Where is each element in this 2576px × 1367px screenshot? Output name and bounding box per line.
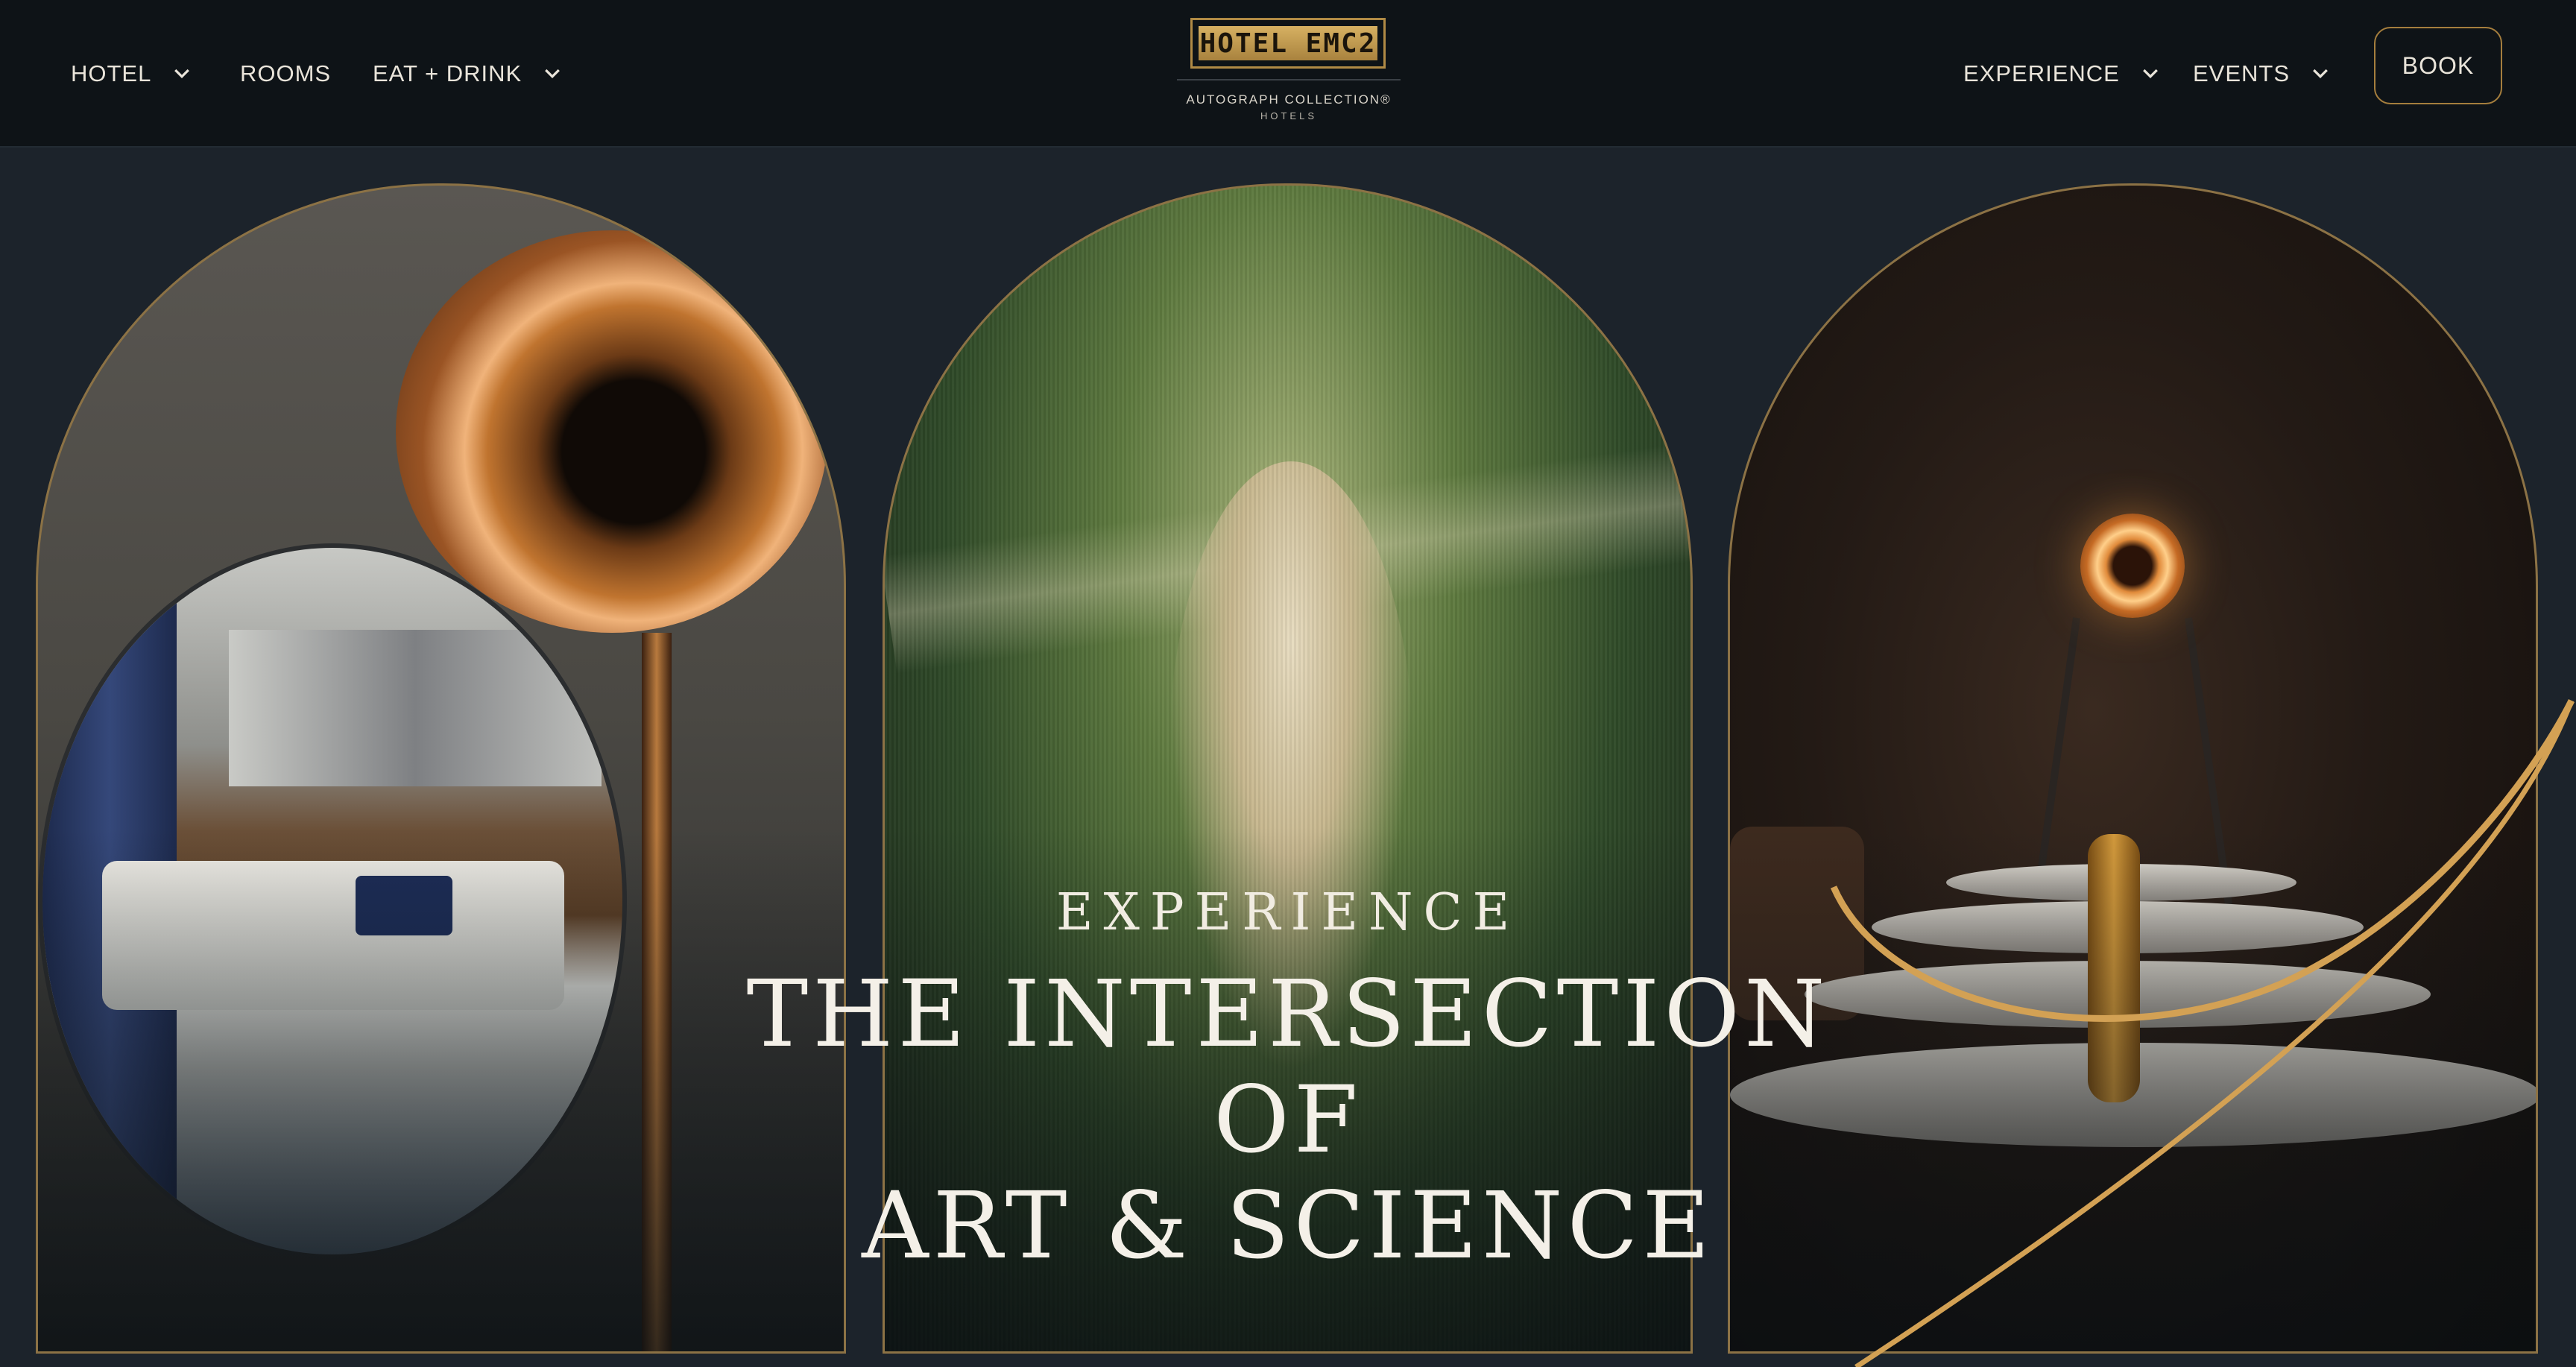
nav-item-rooms[interactable]: ROOMS bbox=[240, 55, 331, 92]
hero-title: THE INTERSECTION OF ART & SCIENCE bbox=[692, 962, 1884, 1279]
chevron-down-icon bbox=[2313, 69, 2328, 79]
nav-label-experience: EXPERIENCE bbox=[1963, 60, 2120, 86]
hero-title-line-1: THE INTERSECTION OF bbox=[746, 961, 1830, 1174]
nav-label-events: EVENTS bbox=[2193, 60, 2291, 86]
logo-subtitle: AUTOGRAPH COLLECTION® bbox=[1186, 92, 1392, 107]
logo-divider bbox=[1177, 79, 1401, 80]
hero-eyebrow: EXPERIENCE bbox=[1055, 883, 1521, 942]
chevron-down-icon bbox=[545, 69, 561, 79]
nav-item-hotel[interactable]: HOTEL bbox=[71, 55, 193, 92]
nav-label-eat-drink: EAT + DRINK bbox=[373, 60, 523, 86]
chevron-down-icon bbox=[2142, 69, 2158, 79]
hotel-logo[interactable]: HOTEL EMC2 AUTOGRAPH COLLECTION® HOTELS bbox=[1177, 15, 1401, 127]
book-button[interactable]: BOOK bbox=[2374, 27, 2502, 104]
logo-wordmark: HOTEL EMC2 bbox=[1199, 26, 1377, 60]
nav-item-experience[interactable]: EXPERIENCE bbox=[1963, 55, 2162, 92]
logo-subtitle-2: HOTELS bbox=[1260, 110, 1317, 121]
chevron-down-icon bbox=[174, 69, 190, 79]
nav-label-hotel: HOTEL bbox=[71, 60, 152, 86]
nav-label-rooms: ROOMS bbox=[240, 60, 332, 86]
nav-item-eat-drink[interactable]: EAT + DRINK bbox=[373, 55, 564, 92]
nav-item-events[interactable]: EVENTS bbox=[2193, 55, 2332, 92]
site-header: HOTEL ROOMS EAT + DRINK HOTEL EMC2 AUTOG… bbox=[0, 0, 2576, 148]
logo-badge: HOTEL EMC2 bbox=[1190, 18, 1386, 69]
hero-title-line-2: ART & SCIENCE bbox=[862, 1172, 1714, 1280]
